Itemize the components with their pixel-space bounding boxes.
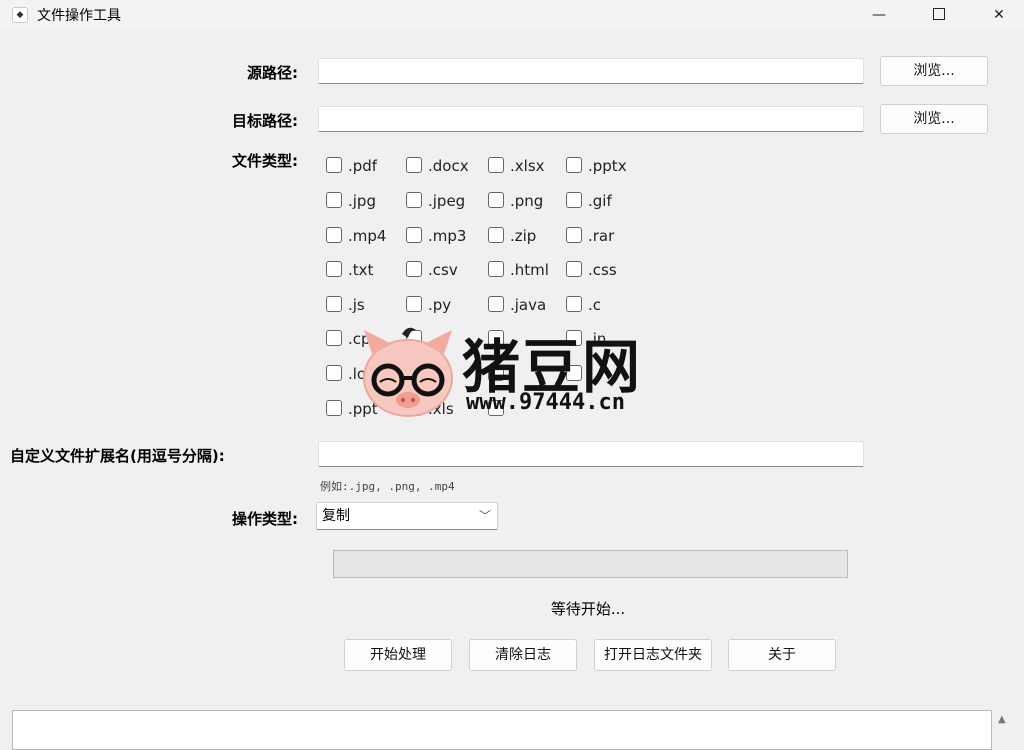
checkbox-icon <box>326 192 342 208</box>
operation-type-select[interactable]: 复制 ﹀ <box>316 502 498 530</box>
file-type-checkbox[interactable]: .html <box>488 261 549 281</box>
file-type-checkbox[interactable]: .ppt <box>326 400 378 420</box>
source-path-label: 源路径: <box>247 64 298 82</box>
maximize-button[interactable] <box>916 0 962 30</box>
checkbox-icon <box>406 157 422 173</box>
watermark: 猪豆网 www.97444.cn <box>358 324 668 420</box>
file-type-checkbox[interactable] <box>488 400 510 420</box>
file-type-checkbox[interactable] <box>566 365 588 385</box>
checkbox-icon <box>488 261 504 277</box>
checkbox-icon <box>488 365 504 381</box>
checkbox-icon <box>406 192 422 208</box>
file-type-checkbox[interactable]: .xls <box>406 400 454 420</box>
checkbox-icon <box>566 296 582 312</box>
custom-ext-input[interactable] <box>318 441 864 467</box>
target-path-label: 目标路径: <box>232 112 298 130</box>
checkbox-icon <box>566 330 582 346</box>
file-type-checkbox[interactable]: .lo <box>326 365 366 385</box>
file-type-checkbox[interactable]: .java <box>488 296 546 316</box>
source-browse-button[interactable]: 浏览... <box>880 56 988 86</box>
checkbox-icon <box>326 400 342 416</box>
file-type-checkbox[interactable]: .gif <box>566 192 612 212</box>
checkbox-icon <box>566 227 582 243</box>
file-type-checkbox[interactable]: .docx <box>406 157 469 177</box>
about-button[interactable]: 关于 <box>728 639 836 671</box>
checkbox-icon <box>488 157 504 173</box>
status-text: 等待开始... <box>550 600 626 618</box>
chevron-down-icon: ﹀ <box>478 509 491 523</box>
checkbox-icon <box>566 261 582 277</box>
checkbox-icon <box>326 261 342 277</box>
target-browse-button[interactable]: 浏览... <box>880 104 988 134</box>
file-type-checkbox[interactable]: .rar <box>566 227 614 247</box>
maximize-icon <box>933 8 945 20</box>
open-log-folder-button[interactable]: 打开日志文件夹 <box>594 639 712 671</box>
checkbox-icon <box>406 400 422 416</box>
file-type-checkbox[interactable] <box>488 365 510 385</box>
file-type-checkbox[interactable]: .mp4 <box>326 227 386 247</box>
checkbox-icon <box>566 192 582 208</box>
scroll-up-icon[interactable]: ▲ <box>998 714 1006 725</box>
checkbox-icon <box>326 227 342 243</box>
window-title: 文件操作工具 <box>37 8 121 24</box>
title-bar: ◆ 文件操作工具 — ✕ <box>0 0 1024 30</box>
file-type-checkbox[interactable]: .pdf <box>326 157 377 177</box>
file-type-checkbox[interactable]: .jpeg <box>406 192 465 212</box>
checkbox-icon <box>406 296 422 312</box>
file-type-checkbox[interactable]: .png <box>488 192 543 212</box>
log-textarea[interactable] <box>12 710 992 750</box>
file-type-checkbox[interactable]: .zip <box>488 227 536 247</box>
file-type-checkbox[interactable]: .in <box>566 330 606 350</box>
checkbox-icon <box>406 227 422 243</box>
file-type-checkbox[interactable]: .xlsx <box>488 157 545 177</box>
file-type-checkbox[interactable] <box>406 330 428 350</box>
checkbox-icon <box>566 365 582 381</box>
app-icon: ◆ <box>12 7 28 23</box>
file-type-checkbox[interactable]: .mp3 <box>406 227 466 247</box>
file-type-checkbox[interactable]: .csv <box>406 261 458 281</box>
source-path-input[interactable] <box>318 58 864 84</box>
checkbox-icon <box>488 400 504 416</box>
file-type-checkbox[interactable] <box>406 365 428 385</box>
checkbox-icon <box>406 261 422 277</box>
checkbox-icon <box>406 330 422 346</box>
custom-ext-hint: 例如:.jpg, .png, .mp4 <box>320 480 455 493</box>
checkbox-icon <box>326 296 342 312</box>
file-type-checkbox[interactable]: .pptx <box>566 157 627 177</box>
file-type-checkbox[interactable]: .txt <box>326 261 373 281</box>
file-type-checkbox[interactable] <box>488 330 510 350</box>
start-button[interactable]: 开始处理 <box>344 639 452 671</box>
checkbox-icon <box>488 227 504 243</box>
minimize-button[interactable]: — <box>856 0 902 30</box>
file-types-label: 文件类型: <box>232 152 298 170</box>
checkbox-icon <box>326 330 342 346</box>
checkbox-icon <box>566 157 582 173</box>
clear-log-button[interactable]: 清除日志 <box>469 639 577 671</box>
file-type-checkbox[interactable]: .css <box>566 261 617 281</box>
checkbox-icon <box>488 296 504 312</box>
file-type-checkbox[interactable]: .cp <box>326 330 371 350</box>
checkbox-icon <box>326 157 342 173</box>
checkbox-icon <box>488 192 504 208</box>
operation-type-label: 操作类型: <box>232 510 298 528</box>
file-type-checkbox[interactable]: .py <box>406 296 451 316</box>
checkbox-icon <box>326 365 342 381</box>
progress-bar <box>333 550 848 578</box>
target-path-input[interactable] <box>318 106 864 132</box>
checkbox-icon <box>488 330 504 346</box>
file-type-checkbox[interactable]: .c <box>566 296 601 316</box>
file-type-checkbox[interactable]: .jpg <box>326 192 376 212</box>
checkbox-icon <box>406 365 422 381</box>
custom-ext-label: 自定义文件扩展名(用逗号分隔): <box>10 447 225 465</box>
operation-type-value: 复制 <box>322 508 350 524</box>
file-type-checkbox[interactable]: .js <box>326 296 365 316</box>
close-button[interactable]: ✕ <box>976 0 1022 30</box>
